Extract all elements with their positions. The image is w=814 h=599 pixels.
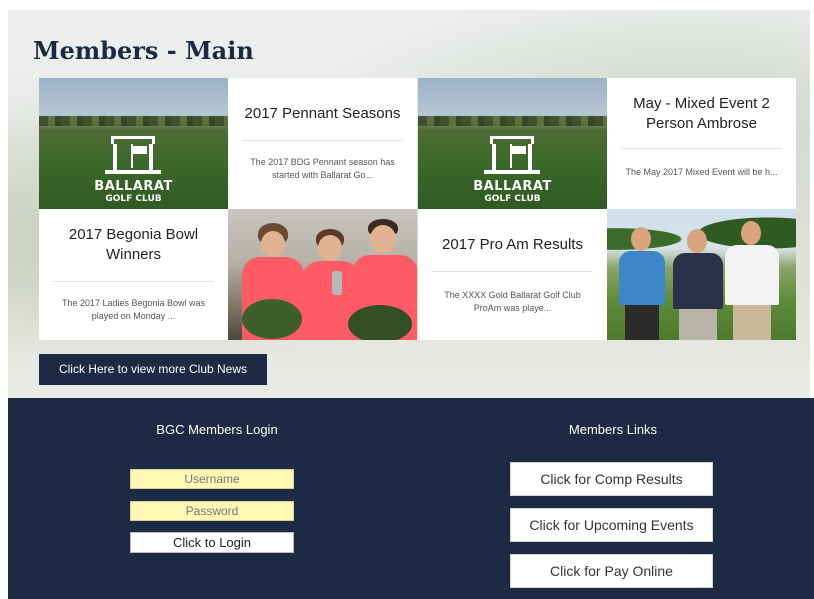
logo-text: BALLARAT: [94, 179, 173, 194]
news-excerpt: The XXXX Gold Ballarat Golf Club ProAm w…: [444, 290, 581, 313]
news-image-golf-club-logo[interactable]: BALLARAT GOLF CLUB: [39, 78, 228, 209]
news-title[interactable]: May - Mixed Event 2 Person Ambrose: [615, 94, 788, 134]
divider: [242, 140, 403, 141]
login-button[interactable]: Click to Login: [130, 532, 294, 553]
golf-club-logo-icon: [484, 136, 540, 178]
members-footer: BGC Members Login Click to Login Members…: [8, 398, 814, 599]
divider: [432, 271, 593, 272]
divider: [621, 148, 782, 149]
logo-subtext: GOLF CLUB: [484, 194, 541, 204]
upcoming-events-button[interactable]: Click for Upcoming Events: [510, 508, 713, 542]
news-image-begonia-winners[interactable]: [228, 209, 417, 340]
news-grid: BALLARAT GOLF CLUB 2017 Pennant Seasons …: [39, 78, 797, 340]
login-heading: BGC Members Login: [156, 422, 278, 437]
news-title[interactable]: 2017 Pro Am Results: [426, 235, 599, 255]
username-field[interactable]: [130, 469, 294, 489]
links-heading: Members Links: [568, 422, 658, 437]
page-title: Members - Main: [33, 36, 254, 65]
comp-results-button[interactable]: Click for Comp Results: [510, 462, 713, 496]
logo-subtext: GOLF CLUB: [105, 194, 162, 204]
password-field[interactable]: [130, 501, 294, 521]
news-excerpt: The 2017 BDG Pennant season has started …: [250, 157, 395, 180]
news-card-pennant[interactable]: 2017 Pennant Seasons The 2017 BDG Pennan…: [228, 78, 417, 209]
news-title[interactable]: 2017 Begonia Bowl Winners: [47, 225, 220, 265]
trophy-icon: [332, 271, 342, 295]
news-image-golf-club-logo[interactable]: BALLARAT GOLF CLUB: [418, 78, 607, 209]
news-card-mixed-event[interactable]: May - Mixed Event 2 Person Ambrose The M…: [607, 78, 796, 209]
divider: [53, 281, 214, 282]
news-image-pro-am-players[interactable]: [607, 209, 796, 340]
logo-text: BALLARAT: [473, 179, 552, 194]
golf-club-logo-icon: [105, 136, 161, 178]
view-more-news-button[interactable]: Click Here to view more Club News: [39, 354, 267, 385]
hero-background: Members - Main BALLARAT GOLF CLUB 2017 P…: [8, 10, 810, 398]
news-title[interactable]: 2017 Pennant Seasons: [236, 104, 409, 124]
pay-online-button[interactable]: Click for Pay Online: [510, 554, 713, 588]
news-excerpt: The 2017 Ladies Begonia Bowl was played …: [61, 298, 206, 321]
news-card-pro-am[interactable]: 2017 Pro Am Results The XXXX Gold Ballar…: [418, 209, 607, 340]
news-excerpt: The May 2017 Mixed Event will be h...: [625, 167, 778, 177]
news-card-begonia-bowl[interactable]: 2017 Begonia Bowl Winners The 2017 Ladie…: [39, 209, 228, 340]
